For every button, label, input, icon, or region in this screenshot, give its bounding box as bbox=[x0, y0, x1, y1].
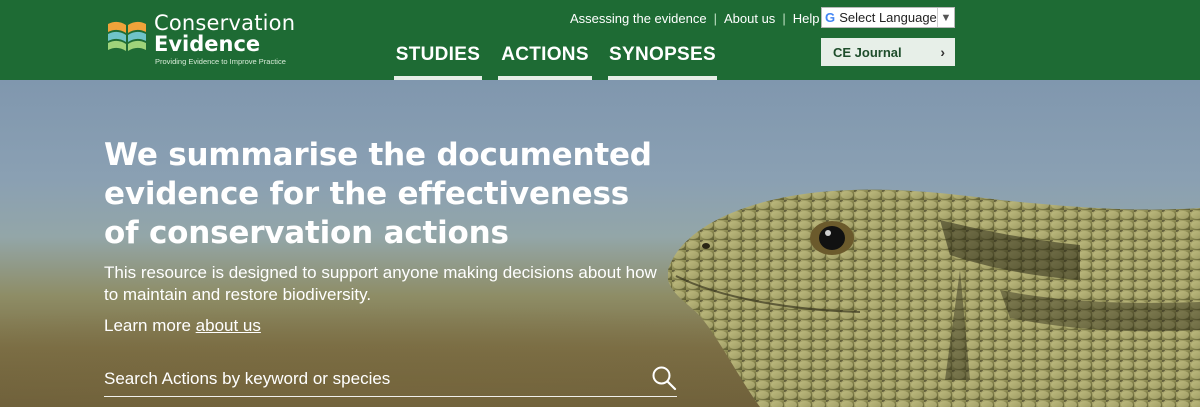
chevron-right-icon: › bbox=[940, 44, 945, 60]
search-input[interactable] bbox=[104, 366, 624, 392]
hero-banner: We summarise the documented evidence for… bbox=[0, 80, 1200, 407]
nav-actions[interactable]: ACTIONS bbox=[498, 44, 592, 80]
language-select[interactable]: G Select Language ▼ bbox=[821, 7, 955, 28]
learn-more-text: Learn more bbox=[104, 316, 191, 335]
nav-studies[interactable]: STUDIES bbox=[394, 44, 482, 80]
hero-headline: We summarise the documented evidence for… bbox=[104, 137, 652, 251]
divider: | bbox=[782, 11, 786, 26]
nav-label: STUDIES bbox=[395, 44, 481, 65]
google-g-icon: G bbox=[825, 10, 836, 25]
logo[interactable]: Conservation Evidence Providing Evidence… bbox=[106, 11, 296, 70]
ce-journal-label: CE Journal bbox=[833, 44, 902, 60]
top-links: Assessing the evidence | About us | Help bbox=[570, 11, 819, 26]
link-assessing-evidence[interactable]: Assessing the evidence bbox=[570, 11, 707, 26]
nav-label: SYNOPSES bbox=[609, 44, 716, 65]
divider: | bbox=[713, 11, 717, 26]
search-icon[interactable] bbox=[651, 365, 677, 391]
nav-synopses[interactable]: SYNOPSES bbox=[608, 44, 717, 80]
logo-book-icon bbox=[108, 21, 146, 51]
nav-label: ACTIONS bbox=[501, 44, 589, 65]
logo-tagline: Providing Evidence to Improve Practice bbox=[155, 57, 286, 66]
link-help[interactable]: Help bbox=[793, 11, 820, 26]
about-us-link[interactable]: about us bbox=[196, 316, 261, 335]
page: Conservation Evidence Providing Evidence… bbox=[0, 0, 1200, 407]
logo-subtitle: Evidence bbox=[154, 32, 261, 56]
site-header: Conservation Evidence Providing Evidence… bbox=[0, 0, 1200, 80]
main-nav: STUDIES ACTIONS SYNOPSES bbox=[394, 44, 733, 80]
hero-subtitle: This resource is designed to support any… bbox=[104, 263, 657, 304]
ce-journal-button[interactable]: CE Journal › bbox=[821, 38, 955, 66]
dropdown-arrow-icon: ▼ bbox=[936, 8, 954, 27]
search-bar bbox=[104, 362, 677, 397]
link-about-us[interactable]: About us bbox=[724, 11, 775, 26]
language-select-label: Select Language bbox=[839, 10, 937, 25]
learn-more: Learn more about us bbox=[104, 316, 261, 336]
